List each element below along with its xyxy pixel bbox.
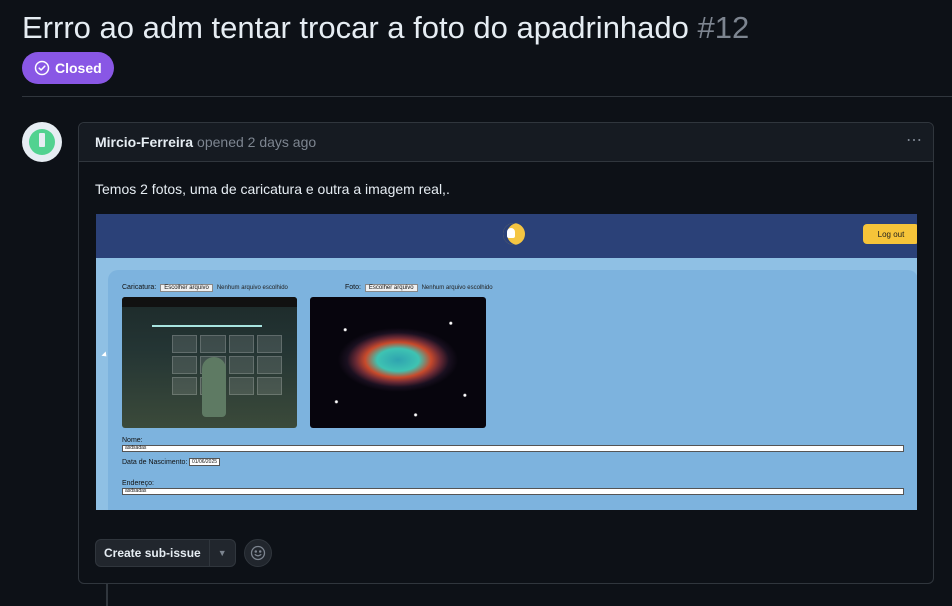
- comment-actions: Create sub-issue ▼: [95, 539, 272, 567]
- foto-row: Foto: Escolher arquivo Nenhum arquivo es…: [345, 284, 493, 292]
- add-reaction-button[interactable]: [243, 539, 272, 567]
- foto-image: [310, 297, 486, 428]
- caricatura-choose-file: Escolher arquivo: [160, 284, 213, 292]
- nascimento-label: Data de Nascimento:: [122, 459, 188, 466]
- issue-title: Errro ao adm tentar trocar a foto do apa…: [22, 8, 952, 48]
- screenshot-navbar: Log out: [96, 214, 917, 258]
- logo-icon: [503, 223, 525, 245]
- status-label: Closed: [55, 60, 102, 76]
- screenshot-logout-button: Log out: [863, 224, 917, 244]
- avatar[interactable]: [22, 122, 62, 162]
- foto-no-file: Nenhum arquivo escolhido: [421, 285, 493, 291]
- nascimento-input: 01/06/2025: [189, 458, 221, 466]
- comment-meta[interactable]: opened 2 days ago: [197, 134, 316, 150]
- caricatura-image-grid: [172, 335, 282, 395]
- comment-body: Temos 2 fotos, uma de caricatura e outra…: [95, 181, 450, 197]
- caricatura-label: Caricatura:: [122, 284, 157, 291]
- nome-label: Nome:: [122, 437, 143, 444]
- endereco-input: asdsadas: [122, 488, 904, 495]
- issue-number: #12: [697, 10, 750, 45]
- avatar-icon: [29, 129, 55, 155]
- foto-label: Foto:: [345, 284, 361, 291]
- comment-author[interactable]: Mircio-Ferreira: [95, 134, 193, 150]
- endereco-label: Endereço:: [122, 480, 154, 487]
- caricatura-image-bar: [152, 325, 262, 327]
- caricatura-image-figure: [202, 357, 226, 417]
- smiley-icon: [250, 545, 265, 561]
- embedded-screenshot[interactable]: Log out Caricatura: Escolher arquivo Nen…: [96, 214, 917, 510]
- issue-title-text: Errro ao adm tentar trocar a foto do apa…: [22, 10, 689, 45]
- closed-circle-icon: [34, 60, 50, 76]
- foto-choose-file: Escolher arquivo: [364, 284, 418, 292]
- caricatura-image: [122, 297, 297, 428]
- create-sub-issue-split-button: Create sub-issue ▼: [95, 539, 236, 567]
- issue-header: Errro ao adm tentar trocar a foto do apa…: [22, 8, 952, 84]
- caricatura-row: Caricatura: Escolher arquivo Nenhum arqu…: [122, 284, 288, 292]
- caricatura-image-tabs: [122, 297, 297, 307]
- kebab-icon[interactable]: ⋯: [906, 131, 923, 151]
- comment-box: Mircio-Ferreira opened 2 days ago ⋯ Temo…: [78, 122, 934, 584]
- create-sub-issue-button[interactable]: Create sub-issue: [96, 540, 209, 566]
- status-badge: Closed: [22, 52, 114, 84]
- header-divider: [22, 96, 952, 97]
- caret-down-icon[interactable]: ▼: [208, 540, 235, 566]
- comment-header: Mircio-Ferreira opened 2 days ago ⋯: [79, 123, 933, 162]
- timeline-line: [106, 584, 108, 606]
- nome-input: asdsadas: [122, 445, 904, 452]
- caricatura-no-file: Nenhum arquivo escolhido: [216, 285, 288, 291]
